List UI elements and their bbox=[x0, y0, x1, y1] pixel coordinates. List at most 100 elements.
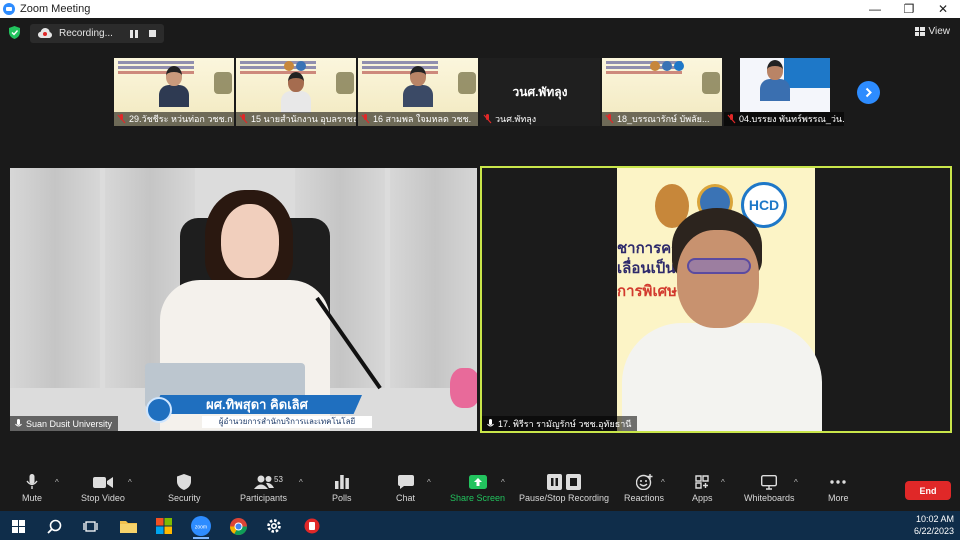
participant-thumbnail[interactable]: วนศ.พัทลุง วนศ.พัทลุง bbox=[480, 58, 600, 126]
meeting-toolbar: Mute ^ Stop Video ^ Security Participant… bbox=[0, 465, 960, 511]
windows-taskbar: zoom 10:02 AM 6/22/2023 bbox=[0, 511, 960, 540]
active-app-indicator bbox=[193, 537, 209, 539]
apps-icon bbox=[695, 475, 709, 489]
participants-options-chevron-icon[interactable]: ^ bbox=[299, 478, 303, 487]
view-label: View bbox=[928, 26, 951, 37]
participant-thumbnail[interactable]: 15 นายสำนักงาน อุบลราชธานี bbox=[236, 58, 356, 126]
participant-name-label: Suan Dusit University bbox=[10, 416, 119, 431]
system-clock[interactable]: 10:02 AM 6/22/2023 bbox=[914, 513, 954, 537]
windows-start-icon[interactable] bbox=[8, 516, 28, 536]
svg-text:zoom: zoom bbox=[195, 525, 207, 531]
participant-name: 04.บรรยง พันทร์พรรณ_ว่น... bbox=[739, 114, 844, 124]
apps-button[interactable]: Apps bbox=[692, 473, 713, 503]
apps-options-chevron-icon[interactable]: ^ bbox=[721, 478, 725, 487]
video-tile-left[interactable]: ผศ.ทิพสุดา คิดเลิศ ผู้อำนวยการสำนักบริกา… bbox=[10, 168, 477, 431]
chat-label: Chat bbox=[396, 493, 416, 503]
microsoft-store-icon[interactable] bbox=[154, 516, 174, 536]
more-dots-icon bbox=[830, 480, 846, 484]
participant-thumbnail[interactable]: 18_บรรณารักษ์ บัพลัย... bbox=[602, 58, 722, 126]
whiteboards-button[interactable]: Whiteboards bbox=[744, 473, 795, 503]
speaker-name: ผศ.ทิพสุดา คิดเลิศ bbox=[206, 397, 308, 412]
microphone-icon bbox=[15, 418, 22, 426]
poster-text-line: เลื่อนเป็น bbox=[617, 260, 676, 277]
participant-video bbox=[403, 66, 433, 107]
participant-thumbnail[interactable]: 16 สามพล ใจมหลด วชช. bbox=[358, 58, 478, 126]
participant-video bbox=[281, 72, 311, 113]
clock-time: 10:02 AM bbox=[915, 514, 954, 524]
restore-button[interactable]: ❐ bbox=[892, 0, 926, 18]
share-options-chevron-icon[interactable]: ^ bbox=[501, 478, 505, 487]
video-tile-active-speaker[interactable]: HCD ชาการครู ทางการศึ เลื่อนเป็น การพิเศ… bbox=[480, 166, 952, 433]
minimize-button[interactable]: — bbox=[858, 0, 892, 18]
reactions-button[interactable]: Reactions bbox=[624, 473, 664, 503]
chrome-icon[interactable] bbox=[228, 516, 248, 536]
chat-button[interactable]: Chat bbox=[396, 473, 415, 503]
mic-muted-icon bbox=[727, 114, 736, 124]
window-title: Zoom Meeting bbox=[20, 3, 91, 15]
polls-icon bbox=[334, 475, 349, 489]
participant-video bbox=[159, 66, 189, 107]
pause-stop-icon bbox=[547, 474, 582, 490]
security-shield-icon[interactable] bbox=[9, 26, 20, 39]
window-controls: — ❐ ✕ bbox=[858, 0, 960, 18]
participant-thumbnail[interactable]: 04.บรรยง พันทร์พรรณ_ว่น... bbox=[724, 58, 844, 126]
task-view-icon[interactable] bbox=[80, 516, 100, 536]
participant-name-label: 17. พิรีรา รามัญรักษ์ วชช.อุทัยธานี bbox=[482, 416, 638, 431]
meeting-topbar: Recording... View bbox=[0, 22, 960, 44]
name-lower-third: ผศ.ทิพสุดา คิดเลิศ ผู้อำนวยการสำนักบริกา… bbox=[132, 395, 382, 431]
more-button[interactable]: More bbox=[828, 473, 849, 503]
reactions-options-chevron-icon[interactable]: ^ bbox=[661, 478, 665, 487]
flower-decoration bbox=[450, 368, 477, 408]
settings-gear-icon[interactable] bbox=[264, 516, 284, 536]
window-titlebar: Zoom Meeting — ❐ ✕ bbox=[0, 0, 960, 18]
search-icon[interactable] bbox=[44, 516, 64, 536]
microphone-icon bbox=[487, 418, 494, 426]
participant-video bbox=[221, 204, 279, 278]
video-options-chevron-icon[interactable]: ^ bbox=[128, 478, 132, 487]
whiteboards-label: Whiteboards bbox=[744, 493, 795, 503]
mic-muted-icon bbox=[605, 114, 614, 124]
file-explorer-icon[interactable] bbox=[118, 516, 138, 536]
share-screen-label: Share Screen bbox=[450, 493, 506, 503]
cloud-recording-icon bbox=[38, 28, 52, 38]
end-meeting-button[interactable]: End bbox=[905, 481, 951, 500]
participant-name: 18_บรรณารักษ์ บัพลัย... bbox=[617, 114, 710, 124]
zoom-taskbar-icon[interactable]: zoom bbox=[191, 516, 211, 536]
mute-button[interactable]: Mute bbox=[22, 473, 42, 503]
mute-options-chevron-icon[interactable]: ^ bbox=[55, 478, 59, 487]
polls-button[interactable]: Polls bbox=[332, 473, 352, 503]
participant-name: 29.วัชชีระ หว่นท่อก วชช.ก bbox=[129, 114, 233, 124]
view-button[interactable]: View bbox=[914, 26, 951, 37]
meeting-area: Recording... View 29.วัชชีระ หว่นท่อก วช… bbox=[0, 18, 960, 465]
stop-video-label: Stop Video bbox=[81, 493, 125, 503]
whiteboards-options-chevron-icon[interactable]: ^ bbox=[794, 478, 798, 487]
red-app-icon[interactable] bbox=[302, 516, 322, 536]
participants-count: 53 bbox=[274, 475, 283, 484]
stop-video-button[interactable]: Stop Video bbox=[81, 473, 125, 503]
next-page-button[interactable] bbox=[857, 81, 880, 104]
security-button[interactable]: Security bbox=[168, 473, 201, 503]
whiteboard-icon bbox=[761, 474, 778, 490]
participant-thumbnail[interactable]: 29.วัชชีระ หว่นท่อก วชช.ก bbox=[114, 58, 234, 126]
speaker-title: ผู้อำนวยการสำนักบริการและเทคโนโลยีสารสนเ… bbox=[202, 416, 372, 431]
chat-icon bbox=[397, 475, 414, 489]
reactions-smiley-icon bbox=[635, 474, 653, 490]
stop-recording-button[interactable] bbox=[148, 30, 156, 37]
participant-center-name: วนศ.พัทลุง bbox=[512, 85, 568, 99]
polls-label: Polls bbox=[332, 493, 352, 503]
participants-label: Participants bbox=[240, 493, 288, 503]
recording-label: Recording... bbox=[59, 28, 113, 39]
pause-recording-button[interactable] bbox=[129, 29, 138, 38]
microphone-icon bbox=[26, 474, 38, 489]
zoom-logo-icon bbox=[3, 3, 15, 15]
pause-stop-recording-label: Pause/Stop Recording bbox=[519, 493, 610, 503]
clock-date: 6/22/2023 bbox=[913, 526, 954, 536]
share-screen-button[interactable]: Share Screen bbox=[450, 473, 505, 503]
recording-indicator: Recording... bbox=[30, 24, 164, 43]
chat-options-chevron-icon[interactable]: ^ bbox=[427, 478, 431, 487]
poster-text-line: การพิเศษ bbox=[617, 283, 677, 300]
close-button[interactable]: ✕ bbox=[926, 0, 960, 18]
more-label: More bbox=[828, 493, 849, 503]
participants-icon bbox=[253, 475, 274, 489]
pause-stop-recording-button[interactable]: Pause/Stop Recording bbox=[519, 473, 609, 503]
